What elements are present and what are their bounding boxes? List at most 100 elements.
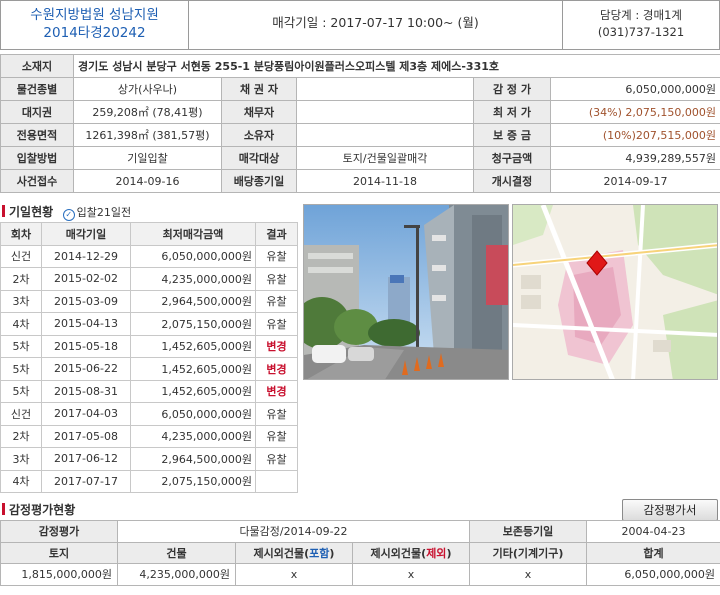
info-row: 사건접수 2014-09-16 배당종기일 2014-11-18 개시결정 20… (0, 169, 720, 193)
info-row: 전용면적 1261,398㎡ (381,57평) 소유자 보 증 금 (10%)… (0, 123, 720, 147)
appraiser-label: 감정평가 (0, 520, 118, 543)
date-cell: 2015-08-31 (41, 379, 131, 403)
history-row: 5차 2015-06-22 1,452,605,000원 변경 (0, 357, 298, 381)
machinery-value: x (469, 563, 588, 586)
date-cell: 2014-12-29 (41, 244, 131, 268)
red-bar-icon (2, 205, 5, 217)
extra-building-excluded-value: x (351, 563, 471, 586)
date-cell: 2017-07-17 (41, 469, 131, 493)
date-cell: 2015-03-09 (41, 289, 131, 313)
history-row: 3차 2015-03-09 2,964,500,000원 유찰 (0, 289, 298, 313)
result-cell: 유찰 (255, 447, 298, 471)
history-row: 5차 2015-05-18 1,452,605,000원 변경 (0, 334, 298, 358)
price-cell: 6,050,000,000원 (130, 402, 256, 426)
date-cell: 2015-04-13 (41, 312, 131, 336)
result-cell: 변경 (255, 379, 298, 403)
result-cell: 유찰 (255, 244, 298, 268)
auction-date: 매각기일 : 2017-07-17 10:00~ (월) (189, 1, 563, 49)
phone-number: (031)737-1321 (597, 25, 685, 39)
creditor-label: 채 권 자 (221, 77, 297, 101)
result-cell: 유찰 (255, 312, 298, 336)
property-type-value: 상가(사우나) (73, 77, 222, 101)
building-photo[interactable] (303, 204, 509, 380)
machinery-header: 기타(기계기구) (469, 541, 588, 564)
location-map-graphic (513, 205, 717, 379)
claim-amount-label: 청구금액 (473, 146, 551, 170)
col-min-price: 최저매각금액 (130, 222, 256, 246)
result-cell: 유찰 (255, 289, 298, 313)
claim-amount-value: 4,939,289,557원 (549, 146, 720, 170)
info-row: 대지권 259,208㎡ (78,41평) 채무자 최 저 가 (34%) 2,… (0, 100, 720, 124)
sale-target-value: 토지/건물일괄매각 (296, 146, 474, 170)
dividend-deadline-value: 2014-11-18 (296, 169, 474, 193)
extra-building-included-value: x (235, 563, 353, 586)
check-circle-icon: ✓ (62, 209, 75, 221)
price-cell: 6,050,000,000원 (130, 244, 256, 268)
result-cell: 유찰 (255, 402, 298, 426)
total-header: 합계 (586, 541, 720, 564)
creditor-value (296, 77, 474, 101)
round-cell: 4차 (0, 312, 42, 336)
case-received-value: 2014-09-16 (73, 169, 222, 193)
sale-target-label: 매각대상 (221, 146, 297, 170)
debtor-label: 채무자 (221, 100, 297, 124)
round-cell: 4차 (0, 469, 42, 493)
property-info-table: 소재지 경기도 성남시 분당구 서현동 255-1 분당풍림아이원플러스오피스텔… (0, 54, 720, 193)
appraised-price-label: 감 정 가 (473, 77, 551, 101)
result-cell: 변경 (255, 334, 298, 358)
exclusive-area-value: 1261,398㎡ (381,57평) (73, 123, 222, 147)
price-cell: 1,452,605,000원 (130, 334, 256, 358)
col-result: 결과 (255, 222, 298, 246)
auction-history-table: 회차 매각기일 최저매각금액 결과 신건 2014-12-29 6,050,000,… (0, 222, 298, 493)
date-cell: 2017-06-12 (41, 447, 131, 471)
price-cell: 4,235,000,000원 (130, 424, 256, 448)
appraisal-title: 감정평가현황 (9, 503, 76, 517)
case-header: 수원지방법원 성남지원 2014타경20242 매각기일 : 2017-07-1… (0, 0, 720, 50)
history-row: 3차 2017-06-12 2,964,500,000원 유찰 (0, 447, 298, 471)
date-cell: 2015-06-22 (41, 357, 131, 381)
round-cell: 2차 (0, 267, 42, 291)
col-date: 매각기일 (41, 222, 131, 246)
date-cell: 2017-04-03 (41, 402, 131, 426)
history-row: 4차 2017-07-17 2,075,150,000원 (0, 469, 298, 493)
court-title: 수원지방법원 성남지원 (30, 7, 159, 23)
court-name: 수원지방법원 성남지원 2014타경20242 (1, 1, 189, 49)
closing-paren: ) (329, 546, 335, 560)
round-cell: 신건 (0, 244, 42, 268)
minimum-price-value: (34%) 2,075,150,000원 (549, 100, 720, 124)
date-cell: 2015-02-02 (41, 267, 131, 291)
history-row: 신건 2017-04-03 6,050,000,000원 유찰 (0, 402, 298, 426)
result-cell (255, 469, 298, 493)
dividend-deadline-label: 배당종기일 (221, 169, 297, 193)
round-cell: 5차 (0, 357, 42, 381)
location-map[interactable] (512, 204, 718, 380)
address-value: 경기도 성남시 분당구 서현동 255-1 분당풍림아이원플러스오피스텔 제3층… (72, 54, 720, 78)
registration-date-label: 보존등기일 (469, 520, 588, 543)
result-cell: 유찰 (255, 267, 298, 291)
appraisal-table: 감정평가 다물감정/2014-09-22 보존등기일 2004-04-23 토지… (0, 520, 720, 586)
appraised-price-value: 6,050,000,000원 (549, 77, 720, 101)
bid-method-label: 입찰방법 (0, 146, 74, 170)
price-cell: 2,075,150,000원 (130, 312, 256, 336)
appraiser-value: 다물감정/2014-09-22 (116, 520, 471, 543)
round-cell: 3차 (0, 447, 42, 471)
extra-building-included-header: 제시외건물(포함) (235, 541, 353, 564)
closing-paren: ) (446, 546, 452, 560)
commencement-label: 개시결정 (473, 169, 551, 193)
appraisal-values-row: 1,815,000,000원 4,235,000,000원 x x x 6,05… (0, 563, 720, 586)
building-photo-graphic (304, 205, 508, 379)
building-value: 4,235,000,000원 (117, 563, 236, 586)
land-value: 1,815,000,000원 (0, 563, 118, 586)
case-number: 2014타경20242 (43, 25, 146, 41)
land-right-label: 대지권 (0, 100, 74, 124)
owner-value (296, 123, 474, 147)
appraisal-report-button[interactable]: 감정평가서 (622, 499, 718, 521)
price-cell: 2,964,500,000원 (130, 289, 256, 313)
info-row: 물건종별 상가(사우나) 채 권 자 감 정 가 6,050,000,000원 (0, 77, 720, 101)
extra-building-label: 제시외건물( (370, 546, 427, 560)
history-row: 2차 2017-05-08 4,235,000,000원 유찰 (0, 424, 298, 448)
address-label: 소재지 (0, 54, 74, 78)
history-body: 신건 2014-12-29 6,050,000,000원 유찰 2차 2015-02-02… (0, 244, 298, 493)
bid-method-value: 기일입찰 (73, 146, 222, 170)
bid-countdown: ✓ 입찰21일전 (62, 206, 131, 221)
